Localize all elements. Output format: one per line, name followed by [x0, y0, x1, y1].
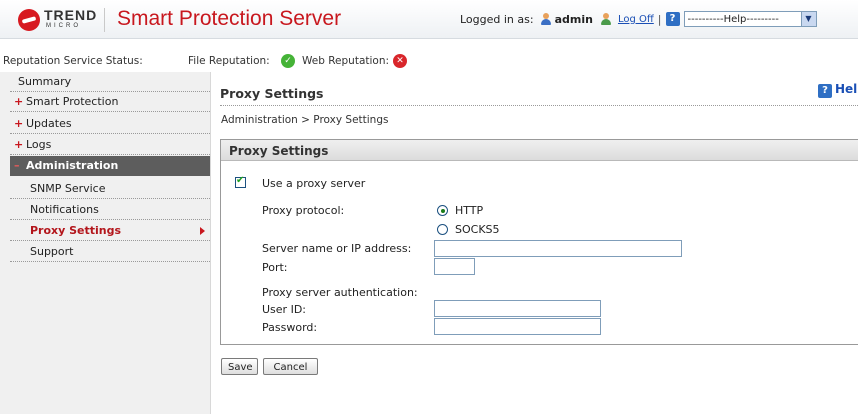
separator: |: [657, 12, 662, 26]
sidebar-item-label: Updates: [26, 117, 72, 130]
expand-plus-icon: +: [14, 138, 24, 151]
help-select[interactable]: ----------Help--------- ▼: [683, 11, 817, 27]
sidebar-subitem-label: Proxy Settings: [30, 224, 122, 237]
reputation-status-bar: Reputation Service Status: File Reputati…: [0, 52, 858, 70]
chevron-down-icon[interactable]: ▼: [800, 12, 816, 26]
panel-title: Proxy Settings: [229, 144, 329, 158]
title-divider: [220, 105, 858, 107]
sidebar-item-label: Logs: [26, 138, 52, 151]
help-select-value: ----------Help---------: [687, 14, 779, 25]
panel-header: Proxy Settings: [221, 140, 858, 161]
header-bar: TREND MICRO Smart Protection Server Logg…: [0, 0, 858, 39]
brand-word: TREND: [44, 7, 98, 23]
port-input[interactable]: [434, 258, 475, 275]
collapse-minus-icon: –: [14, 159, 20, 172]
protocol-http-label: HTTP: [455, 204, 484, 217]
logged-in-label: Logged in as:: [460, 12, 534, 26]
error-x-icon: ✕: [393, 54, 407, 68]
sidebar-item-label: Smart Protection: [26, 95, 119, 108]
expand-plus-icon: +: [14, 95, 24, 108]
log-off-icon[interactable]: [600, 13, 615, 25]
check-icon: ✓: [281, 54, 295, 68]
app-title: Smart Protection Server: [117, 7, 342, 30]
sidebar-item-label: Administration: [26, 159, 119, 172]
cancel-button[interactable]: Cancel: [263, 358, 318, 375]
sidebar-item-summary[interactable]: Summary: [10, 72, 210, 92]
sidebar-subitem-snmp-service[interactable]: SNMP Service: [10, 178, 210, 199]
file-reputation-label: File Reputation:: [188, 55, 270, 67]
protocol-socks5-radio[interactable]: [437, 224, 448, 235]
password-label: Password:: [262, 321, 318, 334]
page-title: Proxy Settings: [220, 86, 324, 101]
status-label: Reputation Service Status:: [3, 55, 143, 67]
brand-sub: MICRO: [46, 23, 81, 29]
password-input[interactable]: [434, 318, 601, 335]
username: admin: [554, 12, 593, 26]
save-button[interactable]: Save: [221, 358, 258, 375]
breadcrumb: Administration > Proxy Settings: [221, 114, 389, 126]
sidebar: Summary + Smart Protection + Updates + Logs…: [0, 72, 211, 414]
sidebar-subitem-label: Notifications: [30, 203, 99, 216]
server-name-label: Server name or IP address:: [262, 242, 412, 255]
user-id-label: User ID:: [262, 303, 306, 316]
sidebar-subitem-support[interactable]: Support: [10, 241, 210, 262]
help-icon[interactable]: ?: [818, 84, 832, 98]
port-label: Port:: [262, 261, 288, 274]
proxy-auth-label: Proxy server authentication:: [262, 286, 418, 299]
log-off-link[interactable]: Log Off: [618, 14, 654, 25]
sidebar-item-administration[interactable]: – Administration: [10, 156, 210, 176]
help-icon[interactable]: ?: [665, 12, 680, 26]
use-proxy-label: Use a proxy server: [262, 177, 366, 190]
sidebar-subitem-notifications[interactable]: Notifications: [10, 199, 210, 220]
sidebar-subitem-label: SNMP Service: [30, 182, 106, 195]
trend-micro-logo-icon: [18, 9, 40, 31]
protocol-http-radio[interactable]: [437, 205, 448, 216]
page-help-link[interactable]: ?Help: [818, 82, 858, 98]
sidebar-item-label: Summary: [18, 75, 72, 88]
user-id-input[interactable]: [434, 300, 601, 317]
sidebar-item-smart-protection[interactable]: + Smart Protection: [10, 92, 210, 112]
help-label[interactable]: Help: [835, 82, 858, 96]
sidebar-item-logs[interactable]: + Logs: [10, 135, 210, 155]
user-area: Logged in as: admin Log Off | ? --------…: [460, 9, 817, 29]
proxy-settings-panel: Proxy Settings Use a proxy server Proxy …: [220, 139, 858, 345]
sidebar-item-updates[interactable]: + Updates: [10, 114, 210, 134]
expand-plus-icon: +: [14, 117, 24, 130]
proxy-protocol-label: Proxy protocol:: [262, 204, 345, 217]
user-icon: [540, 13, 551, 25]
web-reputation-label: Web Reputation:: [302, 55, 390, 67]
current-page-arrow-icon: [200, 227, 205, 235]
protocol-socks5-label: SOCKS5: [455, 223, 500, 236]
logo-divider: [104, 8, 105, 32]
server-name-input[interactable]: [434, 240, 682, 257]
use-proxy-checkbox[interactable]: [235, 175, 246, 188]
sidebar-subitem-proxy-settings[interactable]: Proxy Settings: [10, 220, 210, 241]
sidebar-subitem-label: Support: [30, 245, 74, 258]
